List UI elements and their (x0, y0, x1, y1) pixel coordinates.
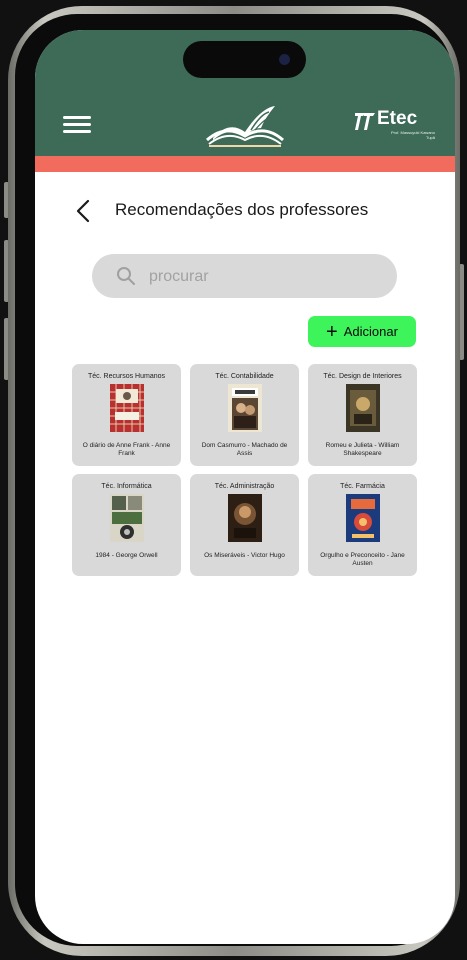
book-cover-image (345, 494, 380, 542)
book-card[interactable]: Téc. Farmácia Orgulho e Preconceito - Ja… (308, 474, 417, 576)
camera-icon (279, 54, 290, 65)
book-card-course: Téc. Farmácia (340, 483, 385, 490)
book-card-course: Téc. Design de Interiores (323, 373, 402, 380)
book-card-course: Téc. Administração (214, 483, 275, 490)
accent-strip (35, 156, 455, 172)
book-card-title: Dom Casmurro - Machado de Assis (201, 442, 288, 457)
hamburger-menu-icon[interactable] (63, 116, 91, 134)
etec-symbol-icon (355, 113, 375, 130)
book-card-course: Téc. Informática (101, 483, 152, 490)
book-cover-image (109, 494, 144, 542)
search-icon (117, 267, 135, 285)
book-card-course: Téc. Recursos Humanos (87, 373, 166, 380)
book-cover-image (227, 494, 262, 542)
book-cover-image (227, 384, 262, 432)
search-bar[interactable] (92, 254, 397, 298)
book-card-course: Téc. Contabilidade (215, 373, 274, 380)
open-book-logo-icon (206, 106, 284, 147)
book-grid: Téc. Recursos Humanos O diário de Anne F… (72, 364, 418, 576)
book-card[interactable]: Téc. Recursos Humanos O diário de Anne F… (72, 364, 181, 466)
book-card[interactable]: Téc. Administração Os Miseráveis - Victo… (190, 474, 299, 576)
book-card-title: O diário de Anne Frank - Anne Frank (82, 442, 171, 457)
page-title: Recomendações dos professores (115, 200, 369, 219)
book-card[interactable]: Téc. Informática 1984 - George Orwell (72, 474, 181, 576)
book-card[interactable]: Téc. Design de Interiores Romeu e Juliet… (308, 364, 417, 466)
book-cover-image (109, 384, 144, 432)
book-cover-image (345, 384, 380, 432)
app-screen: Etec Prof. Massuyuki Kawano Tupã Recomen… (35, 30, 455, 944)
search-input[interactable] (147, 264, 381, 290)
add-button-label: Adicionar (343, 324, 398, 339)
book-card-title: Romeu e Julieta - William Shakespeare (325, 442, 400, 457)
back-chevron-icon[interactable] (73, 198, 93, 224)
etec-logo-text: Etec (377, 108, 418, 129)
book-card[interactable]: Téc. Contabilidade Dom Casmurro - Machad… (190, 364, 299, 466)
dynamic-island (183, 41, 306, 78)
add-button[interactable]: + Adicionar (308, 316, 416, 347)
etec-logo-subtext: Prof. Massuyuki Kawano Tupã (390, 130, 435, 140)
app-header: Etec Prof. Massuyuki Kawano Tupã (35, 30, 455, 156)
device-frame: Etec Prof. Massuyuki Kawano Tupã Recomen… (0, 0, 467, 960)
etec-logo: Etec Prof. Massuyuki Kawano Tupã (353, 108, 435, 148)
book-card-title: Os Miseráveis - Victor Hugo (204, 552, 285, 559)
book-card-title: Orgulho e Preconceito - Jane Austen (320, 552, 405, 567)
plus-icon: + (326, 320, 338, 343)
book-card-title: 1984 - George Orwell (95, 552, 158, 559)
